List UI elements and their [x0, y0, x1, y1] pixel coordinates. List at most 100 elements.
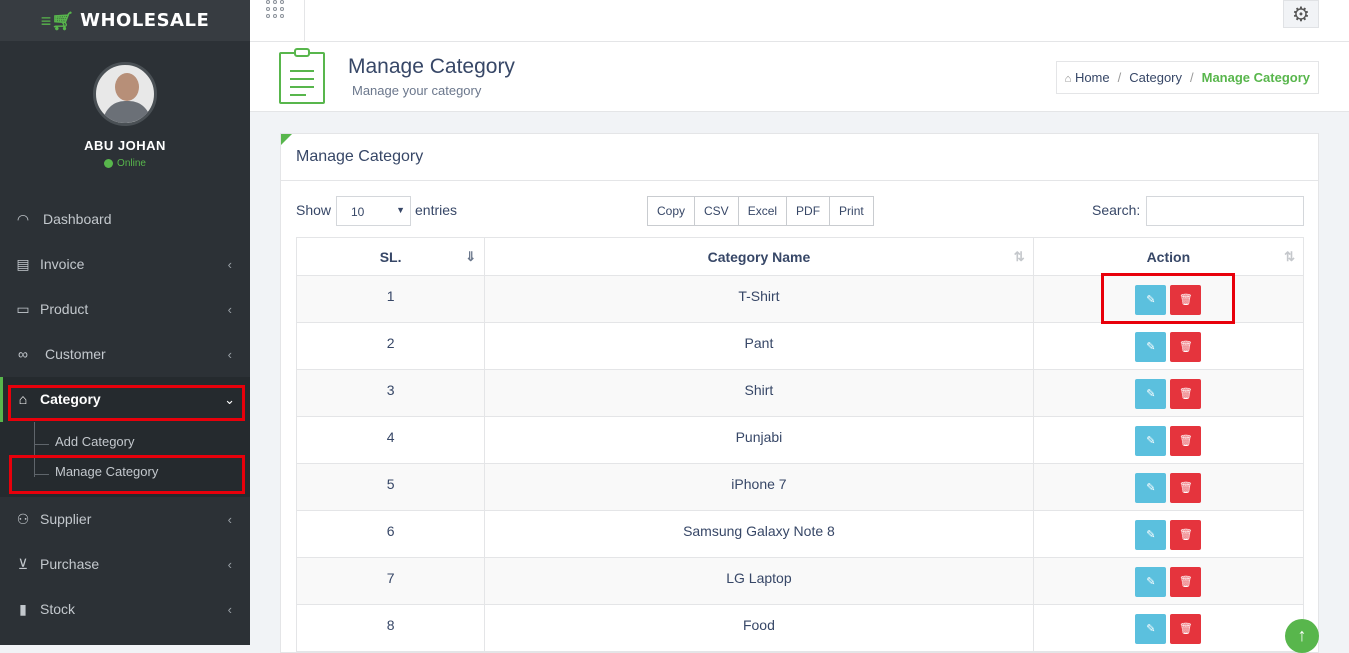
category-panel: Manage Category Show 10 ▼ entries Copy CS… — [280, 133, 1319, 653]
column-header-category-name[interactable]: Category Name ⇅ — [484, 237, 1034, 276]
edit-button[interactable]: ✎ — [1135, 332, 1167, 362]
print-button[interactable]: Print — [829, 196, 874, 226]
entries-select-value: 10 — [351, 205, 365, 219]
sidebar-item-label: Customer — [45, 346, 106, 362]
user-name: ABU JOHAN — [84, 138, 166, 153]
divider — [304, 0, 305, 42]
logo[interactable]: ≡🛒︎ WHOLESALE — [0, 0, 250, 41]
cell-action: ✎ 🗑︎ — [1032, 557, 1305, 605]
highlight-category-menu — [8, 385, 245, 421]
sidebar: ≡🛒︎ WHOLESALE ABU JOHAN Online ◠ Dashboa… — [0, 0, 250, 645]
csv-button[interactable]: CSV — [694, 196, 739, 226]
edit-button[interactable]: ✎ — [1135, 520, 1167, 550]
sidebar-item-supplier[interactable]: ⚇ Supplier ‹ — [0, 497, 250, 542]
home-icon: ⌂ — [1064, 73, 1072, 85]
settings-gear-icon[interactable]: ⚙ — [1283, 0, 1319, 28]
user-panel: ABU JOHAN Online — [0, 41, 250, 191]
breadcrumb-separator: / — [1190, 70, 1194, 85]
cell-sl: 7 — [295, 557, 486, 605]
cell-sl: 5 — [295, 463, 486, 511]
column-header-action[interactable]: Action ⇅ — [1032, 237, 1305, 276]
chevron-left-icon: ‹ — [227, 257, 232, 272]
scroll-to-top-button[interactable]: ↑ — [1285, 619, 1319, 653]
delete-button[interactable]: 🗑︎ — [1170, 379, 1202, 409]
cell-sl: 3 — [295, 369, 486, 417]
user-status: Online — [0, 158, 250, 169]
cell-action: ✎ 🗑︎ — [1032, 463, 1305, 511]
delete-button[interactable]: 🗑︎ — [1170, 332, 1202, 362]
sidebar-item-label: Product — [40, 301, 89, 317]
chevron-left-icon: ‹ — [227, 302, 232, 317]
sidebar-item-purchase[interactable]: ⊻ Purchase ‹ — [0, 542, 250, 587]
product-icon: ▭ — [16, 300, 30, 317]
cell-sl: 8 — [295, 604, 486, 652]
chevron-left-icon: ‹ — [227, 557, 232, 572]
edit-button[interactable]: ✎ — [1135, 614, 1167, 644]
delete-button[interactable]: 🗑︎ — [1170, 614, 1202, 644]
cell-action: ✎ 🗑︎ — [1032, 322, 1305, 370]
chevron-left-icon: ‹ — [227, 512, 232, 527]
sidebar-item-label: Stock — [40, 601, 76, 617]
breadcrumb-category[interactable]: Category — [1129, 70, 1182, 85]
sort-icon: ⇅ — [1284, 249, 1295, 264]
cell-category-name: T-Shirt — [484, 275, 1034, 323]
edit-button[interactable]: ✎ — [1135, 379, 1167, 409]
breadcrumb-home[interactable]: ⌂ Home — [1065, 70, 1110, 85]
sidebar-item-label: Dashboard — [43, 211, 112, 227]
arrow-up-icon: ↑ — [1297, 625, 1307, 645]
cell-category-name: Samsung Galaxy Note 8 — [484, 510, 1034, 558]
table-row: 3 Shirt ✎ 🗑︎ — [295, 369, 1305, 417]
sidebar-item-label: Invoice — [40, 256, 85, 272]
page-title: Manage Category — [348, 55, 515, 78]
delete-button[interactable]: 🗑︎ — [1170, 473, 1202, 503]
copy-button[interactable]: Copy — [647, 196, 696, 226]
sidebar-item-stock[interactable]: ▮ Stock ‹ — [0, 587, 250, 632]
sidebar-item-dashboard[interactable]: ◠ Dashboard — [0, 197, 250, 242]
highlight-action-buttons — [1101, 273, 1235, 324]
pdf-button[interactable]: PDF — [786, 196, 831, 226]
highlight-manage-category — [9, 455, 245, 494]
apps-grid-icon[interactable] — [266, 0, 288, 22]
delete-button[interactable]: 🗑︎ — [1170, 567, 1202, 597]
export-buttons: Copy CSV Excel PDF Print — [647, 196, 874, 226]
cell-sl: 1 — [295, 275, 486, 323]
delete-button[interactable]: 🗑︎ — [1170, 520, 1202, 550]
excel-button[interactable]: Excel — [737, 196, 788, 226]
page-header: Manage Category Manage your category ⌂ H… — [250, 42, 1349, 112]
sort-icon: ⇅ — [1013, 249, 1025, 264]
edit-button[interactable]: ✎ — [1135, 426, 1167, 456]
breadcrumb-separator: / — [1117, 70, 1122, 85]
handshake-icon: ∞ — [18, 346, 28, 362]
avatar[interactable] — [93, 62, 157, 126]
edit-button[interactable]: ✎ — [1135, 473, 1167, 503]
table-row: 2 Pant ✎ 🗑︎ — [295, 322, 1305, 370]
topbar: ⚙ — [250, 0, 1349, 42]
entries-select[interactable]: 10 ▼ — [336, 196, 411, 226]
clipboard-icon — [279, 48, 325, 104]
dashboard-icon: ◠ — [16, 210, 30, 227]
brand-name: WHOLESALE — [80, 10, 210, 31]
cell-category-name: iPhone 7 — [484, 463, 1034, 511]
search-input[interactable] — [1146, 196, 1304, 226]
cell-action: ✎ 🗑︎ — [1032, 369, 1305, 417]
sort-asc-icon: ⇓ — [465, 249, 477, 264]
submenu-add-category[interactable]: Add Category — [55, 434, 135, 449]
cell-sl: 4 — [295, 416, 486, 464]
delete-button[interactable]: 🗑︎ — [1170, 426, 1202, 456]
edit-button[interactable]: ✎ — [1135, 567, 1167, 597]
column-header-sl[interactable]: SL. ⇓ — [295, 237, 486, 276]
cart-logo-icon: ≡🛒︎ — [40, 10, 75, 31]
breadcrumb: ⌂ Home / Category / Manage Category — [1055, 61, 1319, 94]
table-row: 8 Food ✎ 🗑︎ — [295, 604, 1305, 652]
page-subtitle: Manage your category — [352, 83, 482, 98]
table-row: 7 LG Laptop ✎ 🗑︎ — [295, 557, 1305, 605]
sidebar-item-customer[interactable]: ∞ Customer ‹ — [0, 332, 250, 377]
search-label: Search: — [1092, 202, 1141, 218]
sidebar-item-product[interactable]: ▭ Product ‹ — [0, 287, 250, 332]
online-dot-icon — [104, 159, 114, 168]
entries-label: entries — [415, 202, 458, 218]
cell-category-name: Shirt — [484, 369, 1034, 417]
table-row: 5 iPhone 7 ✎ 🗑︎ — [295, 463, 1305, 511]
sidebar-item-invoice[interactable]: ▤ Invoice ‹ — [0, 242, 250, 287]
cell-category-name: Pant — [484, 322, 1034, 370]
